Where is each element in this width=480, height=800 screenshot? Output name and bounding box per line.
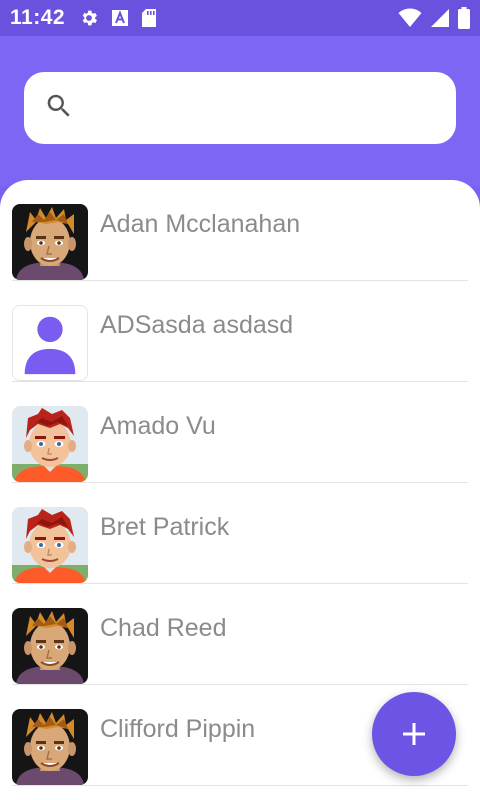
- avatar: [12, 305, 88, 381]
- cartoon-avatar-icon: [12, 709, 88, 785]
- cartoon-avatar-icon: [12, 406, 88, 482]
- add-contact-button[interactable]: [372, 692, 456, 776]
- battery-icon: [458, 7, 470, 29]
- plus-icon: [403, 723, 425, 745]
- avatar: [12, 507, 88, 583]
- wifi-icon: [398, 8, 422, 28]
- cartoon-avatar-icon: [12, 204, 88, 280]
- cartoon-avatar-icon: [12, 507, 88, 583]
- status-icons-left: [79, 8, 157, 28]
- contact-name: Amado Vu: [100, 412, 216, 440]
- contact-row-amado-vu[interactable]: Amado Vu: [12, 382, 468, 483]
- contact-name: Adan Mcclanahan: [100, 210, 301, 238]
- gear-icon: [79, 8, 99, 28]
- search-input[interactable]: [86, 88, 456, 128]
- cartoon-avatar-icon: [12, 608, 88, 684]
- avatar: [12, 204, 88, 280]
- contact-name: Bret Patrick: [100, 513, 230, 541]
- status-icons-right: [398, 7, 470, 29]
- person-placeholder-icon: [13, 306, 87, 380]
- header: [0, 36, 480, 186]
- avatar: [12, 608, 88, 684]
- contact-name: ADSasda asdasd: [100, 311, 294, 339]
- contact-row-bret-patrick[interactable]: Bret Patrick: [12, 483, 468, 584]
- avatar: [12, 406, 88, 482]
- contact-row-chad-reed[interactable]: Chad Reed: [12, 584, 468, 685]
- contact-name: Chad Reed: [100, 614, 227, 642]
- cellular-signal-icon: [430, 8, 450, 28]
- search-bar[interactable]: [24, 72, 456, 144]
- status-time: 11:42: [10, 6, 66, 29]
- status-bar: 11:42: [0, 0, 480, 36]
- contact-name: Clifford Pippin: [100, 715, 256, 743]
- avatar: [12, 709, 88, 785]
- sd-card-icon: [141, 8, 157, 28]
- contact-row-adan-mcclanahan[interactable]: Adan Mcclanahan: [12, 180, 468, 281]
- search-icon[interactable]: [44, 91, 74, 126]
- contact-row-adsasda-asdasd[interactable]: ADSasda asdasd: [12, 281, 468, 382]
- font-a-icon: [111, 9, 129, 27]
